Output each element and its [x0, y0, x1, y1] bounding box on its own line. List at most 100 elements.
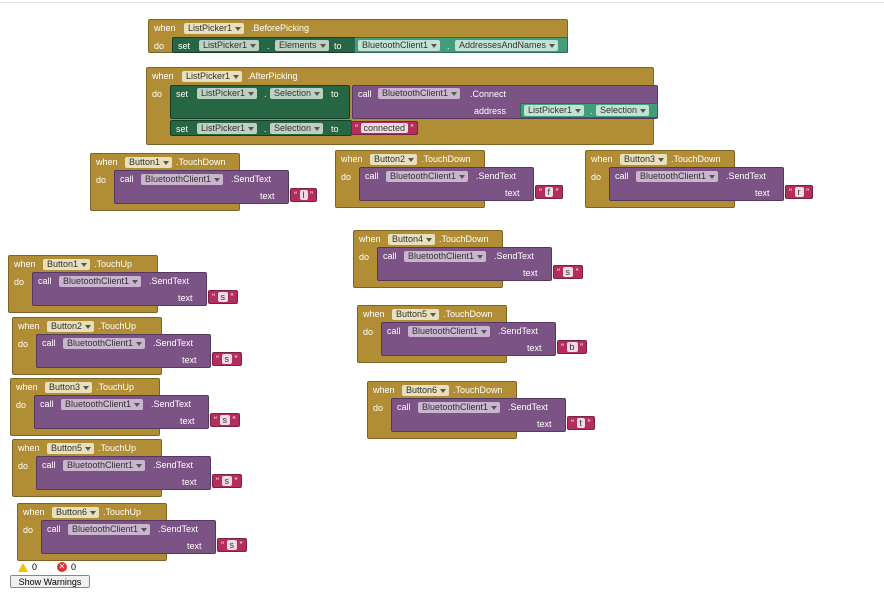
component-dropdown[interactable]: Button3	[620, 154, 668, 165]
text-literal-block[interactable]: “ s ”	[208, 290, 238, 304]
event-name: .TouchDown	[176, 157, 226, 167]
error-count: 0	[71, 562, 77, 572]
address-component-dropdown[interactable]: ListPicker1	[524, 105, 585, 116]
text-literal-block[interactable]: “ connected ”	[351, 121, 418, 135]
when-keyword: when	[16, 382, 38, 392]
chevron-down-icon	[426, 238, 433, 242]
call-component-dropdown[interactable]: BluetoothClient1	[386, 171, 469, 182]
component-dropdown[interactable]: Button5	[392, 309, 440, 320]
text-param-label: text	[755, 188, 770, 198]
text-literal-block[interactable]: “ s ”	[553, 265, 583, 279]
method-name: .SendText	[231, 174, 272, 184]
set-property-dropdown[interactable]: Elements	[275, 40, 329, 51]
do-keyword: do	[154, 41, 165, 51]
event-name: .TouchDown	[439, 234, 489, 244]
component-dropdown[interactable]: Button1	[125, 157, 173, 168]
call-component-dropdown[interactable]: BluetoothClient1	[408, 326, 491, 337]
chevron-down-icon	[451, 92, 458, 96]
call-component-dropdown[interactable]: BluetoothClient1	[404, 251, 487, 262]
when-keyword: when	[23, 507, 45, 517]
text-literal-value[interactable]: t	[576, 418, 586, 428]
call-component-dropdown[interactable]: BluetoothClient1	[61, 399, 144, 410]
component-dropdown[interactable]: Button2	[47, 321, 95, 332]
call-keyword: call	[365, 171, 379, 181]
call-component-dropdown[interactable]: BluetoothClient1	[63, 460, 146, 471]
text-literal-value[interactable]: r	[794, 187, 804, 197]
component-dropdown[interactable]: ListPicker1	[182, 71, 243, 82]
text-literal-value[interactable]: s	[221, 354, 232, 364]
call-keyword: call	[397, 402, 411, 412]
text-literal-block[interactable]: “ r ”	[785, 185, 813, 199]
component-dropdown[interactable]: Button1	[43, 259, 91, 270]
do-keyword: do	[23, 525, 34, 535]
when-keyword: when	[18, 321, 40, 331]
component-dropdown[interactable]: ListPicker1	[184, 23, 245, 34]
do-keyword: do	[16, 400, 27, 410]
text-literal-block[interactable]: “ s ”	[212, 474, 242, 488]
component-dropdown[interactable]: Button5	[47, 443, 95, 454]
do-keyword: do	[373, 403, 384, 413]
method-name: .SendText	[476, 171, 517, 181]
to-keyword: to	[331, 89, 339, 99]
text-literal-value[interactable]: s	[226, 540, 237, 550]
chevron-down-icon	[248, 127, 255, 131]
method-name: .SendText	[158, 524, 199, 534]
event-name: .TouchUp	[98, 321, 137, 331]
chevron-down-icon	[431, 44, 438, 48]
chevron-down-icon	[141, 528, 148, 532]
address-property-dropdown[interactable]: Selection	[596, 105, 650, 116]
component-dropdown[interactable]: Button2	[370, 154, 418, 165]
call-component-dropdown[interactable]: BluetoothClient1	[59, 276, 142, 287]
text-literal-value[interactable]: s	[221, 476, 232, 486]
method-name: .SendText	[149, 276, 190, 286]
chevron-down-icon	[83, 386, 90, 390]
component-dropdown[interactable]: Button3	[45, 382, 93, 393]
text-literal-block[interactable]: “ l ”	[290, 188, 317, 202]
set-property-dropdown[interactable]: Selection	[270, 88, 324, 99]
text-literal-value[interactable]: s	[562, 267, 573, 277]
text-literal-value[interactable]: s	[217, 292, 228, 302]
when-keyword: when	[152, 71, 174, 81]
call-component-dropdown[interactable]: BluetoothClient1	[68, 524, 151, 535]
chevron-down-icon	[314, 92, 321, 96]
getter-property-dropdown[interactable]: AddressesAndNames	[455, 40, 559, 51]
chevron-down-icon	[250, 44, 257, 48]
component-dropdown[interactable]: Button6	[52, 507, 100, 518]
text-literal-value[interactable]: l	[299, 190, 308, 200]
text-param-label: text	[178, 293, 193, 303]
show-warnings-button[interactable]: Show Warnings	[10, 575, 90, 588]
call-component-dropdown[interactable]: BluetoothClient1	[378, 88, 461, 99]
when-keyword: when	[373, 385, 395, 395]
workspace-top-border	[0, 0, 884, 3]
do-keyword: do	[18, 461, 29, 471]
call-component-dropdown[interactable]: BluetoothClient1	[636, 171, 719, 182]
event-name: .TouchDown	[453, 385, 503, 395]
chevron-down-icon	[549, 44, 556, 48]
text-literal-value[interactable]: b	[566, 342, 578, 352]
text-literal-block[interactable]: “ f ”	[535, 185, 563, 199]
dot-separator: .	[590, 106, 593, 116]
text-literal-block[interactable]: “ b ”	[557, 340, 588, 354]
call-component-dropdown[interactable]: BluetoothClient1	[418, 402, 501, 413]
call-component-dropdown[interactable]: BluetoothClient1	[141, 174, 224, 185]
dot-separator: .	[264, 89, 267, 99]
text-literal-value[interactable]: connected	[360, 123, 409, 133]
chevron-down-icon	[85, 447, 92, 451]
text-param-label: text	[527, 343, 542, 353]
text-literal-block[interactable]: “ t ”	[567, 416, 595, 430]
text-literal-block[interactable]: “ s ”	[217, 538, 247, 552]
text-literal-value[interactable]: f	[544, 187, 554, 197]
text-literal-value[interactable]: s	[219, 415, 230, 425]
set-target-dropdown[interactable]: ListPicker1	[197, 88, 258, 99]
text-literal-block[interactable]: “ s ”	[210, 413, 240, 427]
set-target-dropdown[interactable]: ListPicker1	[199, 40, 260, 51]
set-target-dropdown[interactable]: ListPicker1	[197, 123, 258, 134]
call-component-dropdown[interactable]: BluetoothClient1	[63, 338, 146, 349]
to-keyword: to	[331, 124, 339, 134]
set-property-dropdown[interactable]: Selection	[270, 123, 324, 134]
text-literal-block[interactable]: “ s ”	[212, 352, 242, 366]
getter-component-dropdown[interactable]: BluetoothClient1	[358, 40, 441, 51]
component-dropdown[interactable]: Button6	[402, 385, 450, 396]
call-keyword: call	[42, 460, 56, 470]
component-dropdown[interactable]: Button4	[388, 234, 436, 245]
